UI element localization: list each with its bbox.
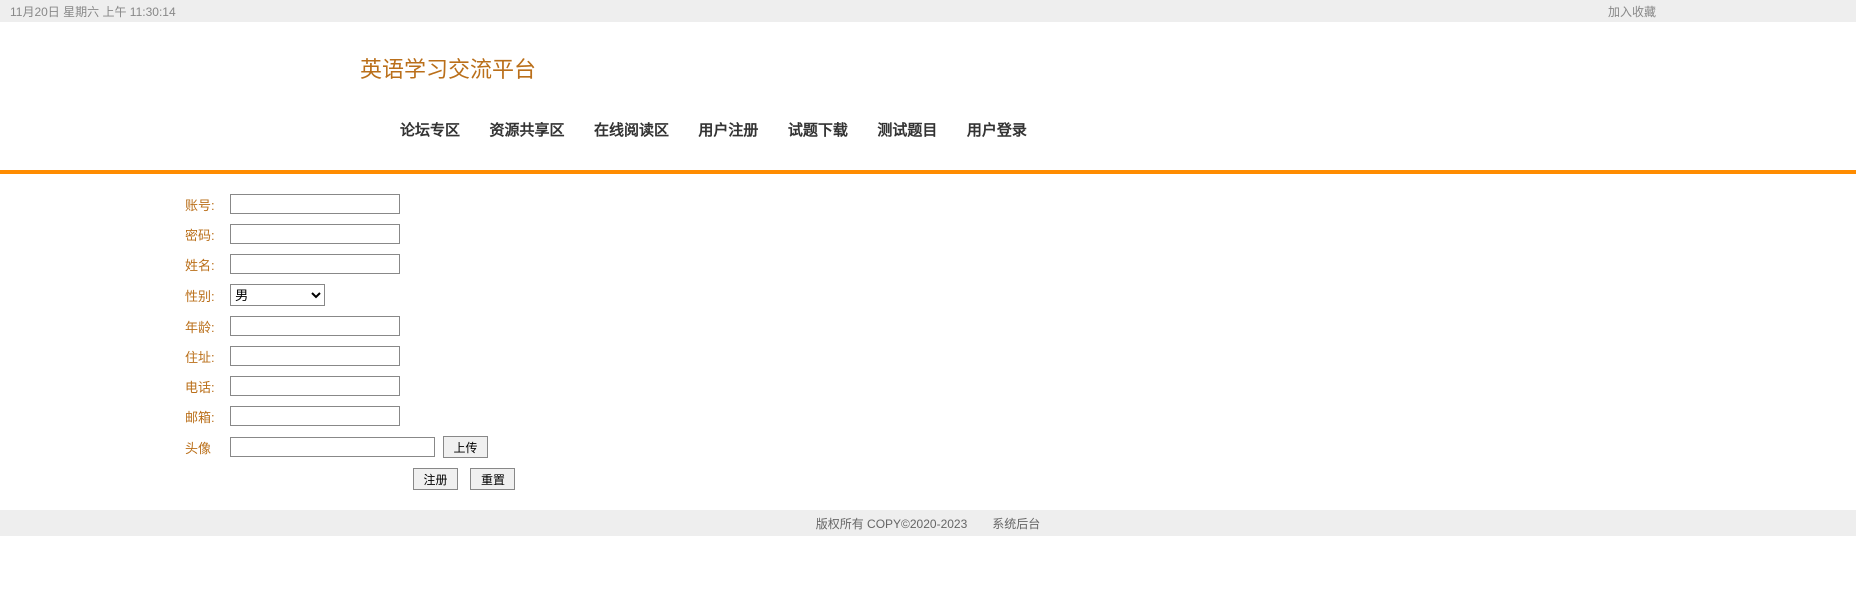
phone-label: 电话: xyxy=(185,377,230,396)
reset-button[interactable]: 重置 xyxy=(470,468,515,490)
add-favorite-link[interactable]: 加入收藏 xyxy=(1608,5,1656,19)
site-title: 英语学习交流平台 xyxy=(360,52,1856,84)
gender-label: 性别: xyxy=(185,286,230,305)
header: 英语学习交流平台 论坛专区 资源共享区 在线阅读区 用户注册 试题下载 测试题目… xyxy=(0,22,1856,160)
account-input[interactable] xyxy=(230,194,400,214)
nav-reading[interactable]: 在线阅读区 xyxy=(594,119,669,140)
top-bar: 11月20日 星期六 上午 11:30:14 加入收藏 xyxy=(0,0,1856,22)
nav-download[interactable]: 试题下载 xyxy=(788,119,848,140)
nav-resource[interactable]: 资源共享区 xyxy=(489,119,564,140)
name-label: 姓名: xyxy=(185,255,230,274)
nav-register[interactable]: 用户注册 xyxy=(698,119,758,140)
address-input[interactable] xyxy=(230,346,400,366)
account-label: 账号: xyxy=(185,195,230,214)
nav-test[interactable]: 测试题目 xyxy=(877,119,937,140)
avatar-input[interactable] xyxy=(230,437,435,457)
phone-input[interactable] xyxy=(230,376,400,396)
upload-button[interactable]: 上传 xyxy=(443,436,488,458)
nav-divider xyxy=(0,170,1856,174)
email-label: 邮箱: xyxy=(185,407,230,426)
avatar-label: 头像 xyxy=(185,438,230,457)
password-label: 密码: xyxy=(185,225,230,244)
nav-login[interactable]: 用户登录 xyxy=(967,119,1027,140)
register-button[interactable]: 注册 xyxy=(413,468,458,490)
datetime-text: 11月20日 星期六 上午 11:30:14 xyxy=(10,3,176,20)
nav-menu: 论坛专区 资源共享区 在线阅读区 用户注册 试题下载 测试题目 用户登录 xyxy=(0,119,1856,140)
address-label: 住址: xyxy=(185,347,230,366)
age-input[interactable] xyxy=(230,316,400,336)
gender-select[interactable]: 男 xyxy=(230,284,325,306)
admin-link[interactable]: 系统后台 xyxy=(992,515,1040,532)
registration-form: 账号: 密码: 姓名: 性别: 男 年龄: 住址: 电话: 邮箱: 头像 上传 … xyxy=(185,194,1856,490)
password-input[interactable] xyxy=(230,224,400,244)
nav-forum[interactable]: 论坛专区 xyxy=(400,119,460,140)
footer: 版权所有 COPY©2020-2023 系统后台 xyxy=(0,510,1856,536)
age-label: 年龄: xyxy=(185,317,230,336)
email-input[interactable] xyxy=(230,406,400,426)
name-input[interactable] xyxy=(230,254,400,274)
copyright-text: 版权所有 COPY©2020-2023 xyxy=(816,515,968,532)
